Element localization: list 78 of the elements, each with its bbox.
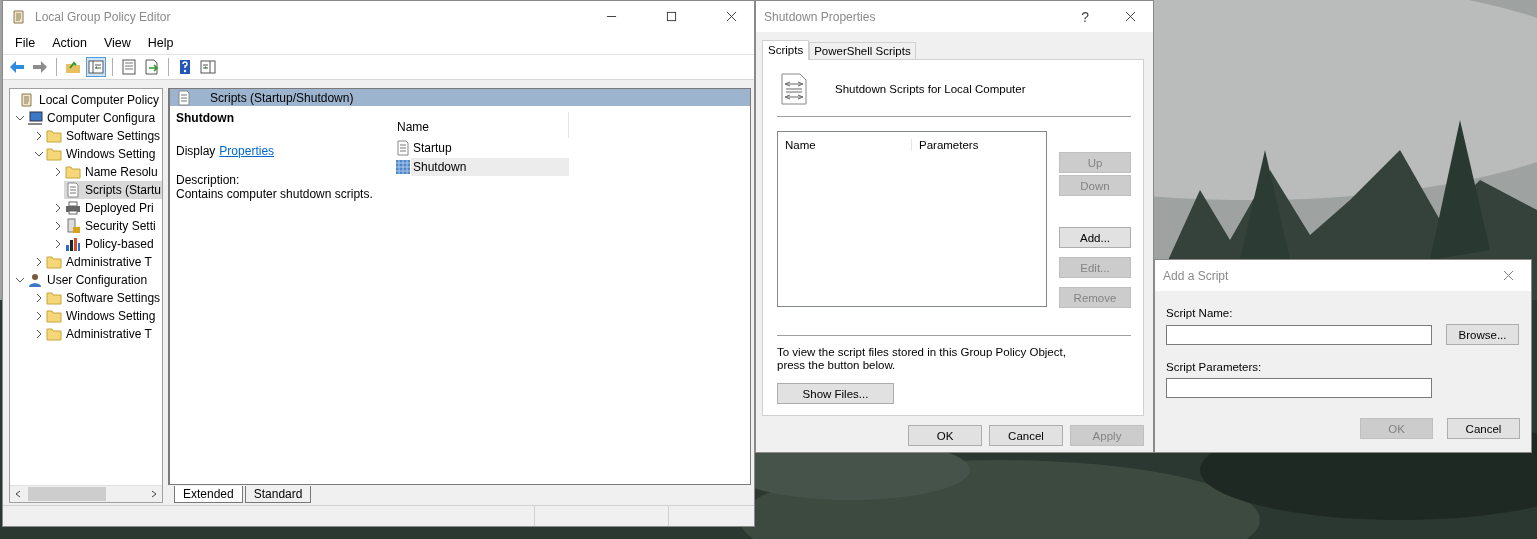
dialog-button[interactable]: Add... <box>1059 227 1131 248</box>
folder-icon <box>46 146 62 162</box>
list-item[interactable]: Startup <box>411 138 569 157</box>
script-icon <box>65 182 81 198</box>
dialog-button[interactable]: Cancel <box>989 425 1063 446</box>
input-field[interactable] <box>1166 324 1432 345</box>
column-header[interactable]: Name <box>778 139 912 151</box>
note-text: To view the script files stored in this Group Policy Object, press the button below. <box>777 346 1067 372</box>
scroll-icon <box>11 8 27 25</box>
browse-button[interactable]: Browse... <box>1446 324 1519 345</box>
display-label: Display <box>176 144 216 158</box>
dialog-button[interactable]: OK <box>908 425 982 446</box>
scripts-list[interactable]: Name Parameters <box>777 131 1047 307</box>
chevron-down-icon[interactable] <box>14 275 25 285</box>
chevron-down-icon[interactable] <box>33 149 44 159</box>
list-item[interactable]: Shutdown <box>411 157 569 176</box>
user-icon <box>27 272 43 288</box>
horizontal-scrollbar[interactable] <box>10 485 162 502</box>
tree-item[interactable]: Administrative T <box>45 325 155 343</box>
column-header[interactable]: Name <box>392 112 569 138</box>
scroll-right-icon[interactable] <box>150 490 158 498</box>
menu-item[interactable]: File <box>13 36 43 50</box>
scroll-icon <box>19 92 35 108</box>
checkered-script-icon <box>395 158 411 175</box>
window-title: Local Group Policy Editor <box>35 9 171 24</box>
tab[interactable]: Scripts <box>762 40 810 60</box>
tree-item[interactable]: Deployed Pri <box>64 199 157 217</box>
menu-item[interactable]: Action <box>50 36 94 50</box>
tree-item[interactable]: Software Settings <box>45 127 162 145</box>
tree-item[interactable]: Windows Setting <box>45 145 159 163</box>
close-icon[interactable] <box>1125 11 1136 22</box>
script-file-icon <box>781 73 807 105</box>
dialog-title: Shutdown Properties <box>764 9 876 24</box>
view-tab[interactable]: Extended <box>174 486 243 503</box>
header-title: Scripts (Startup/Shutdown) <box>210 90 354 105</box>
tree-item[interactable]: User Configuration <box>26 271 151 289</box>
maximize-icon[interactable] <box>666 11 677 22</box>
tree-item[interactable]: Scripts (Startu <box>64 181 162 199</box>
help-button[interactable]: ? <box>1081 8 1089 25</box>
tree-item[interactable]: Name Resolu <box>64 163 161 181</box>
description-label: Description: <box>176 173 241 187</box>
column-header[interactable]: Parameters <box>912 139 979 151</box>
close-icon[interactable] <box>726 11 737 22</box>
folder-icon <box>46 308 62 324</box>
folder-icon <box>46 326 62 342</box>
tree-item[interactable]: Policy-based <box>64 235 157 253</box>
dialog-button[interactable]: Cancel <box>1447 418 1520 439</box>
dialog-title: Add a Script <box>1163 268 1229 283</box>
scroll-left-icon[interactable] <box>14 490 22 498</box>
folder-icon <box>46 128 62 144</box>
input-field[interactable] <box>1166 378 1432 398</box>
section-heading: Shutdown Scripts for Local Computer <box>835 83 1026 95</box>
folder-icon <box>46 254 62 270</box>
tree-icon[interactable] <box>86 57 106 77</box>
tab[interactable]: PowerShell Scripts <box>809 42 916 59</box>
show-files-button[interactable]: Show Files... <box>777 383 894 404</box>
pane-icon[interactable] <box>198 57 218 77</box>
script-icon <box>395 139 411 156</box>
menu-item[interactable]: View <box>101 36 138 50</box>
field-label: Script Name: <box>1166 307 1234 319</box>
item-heading: Shutdown <box>176 111 235 125</box>
tree-item[interactable]: Computer Configura <box>26 109 159 127</box>
tree-item[interactable]: Local Computer Policy <box>18 91 162 109</box>
field-label: Script Parameters: <box>1166 361 1263 373</box>
printer-icon <box>65 200 81 216</box>
folder-icon <box>46 290 62 306</box>
bar-chart-icon <box>65 236 81 252</box>
tree-item[interactable]: Software Settings <box>45 289 162 307</box>
tree-item[interactable]: Administrative T <box>45 253 155 271</box>
properties-link[interactable]: Properties <box>219 144 275 158</box>
server-lock-icon <box>65 218 81 234</box>
tree-item[interactable]: Windows Setting <box>45 307 159 325</box>
view-tab[interactable]: Standard <box>244 486 312 503</box>
description-text: Contains computer shutdown scripts. <box>176 187 374 201</box>
computer-icon <box>27 110 43 126</box>
tree-item[interactable]: Security Setti <box>64 217 159 235</box>
menu-item[interactable]: Help <box>145 36 181 50</box>
chevron-down-icon[interactable] <box>14 113 25 123</box>
